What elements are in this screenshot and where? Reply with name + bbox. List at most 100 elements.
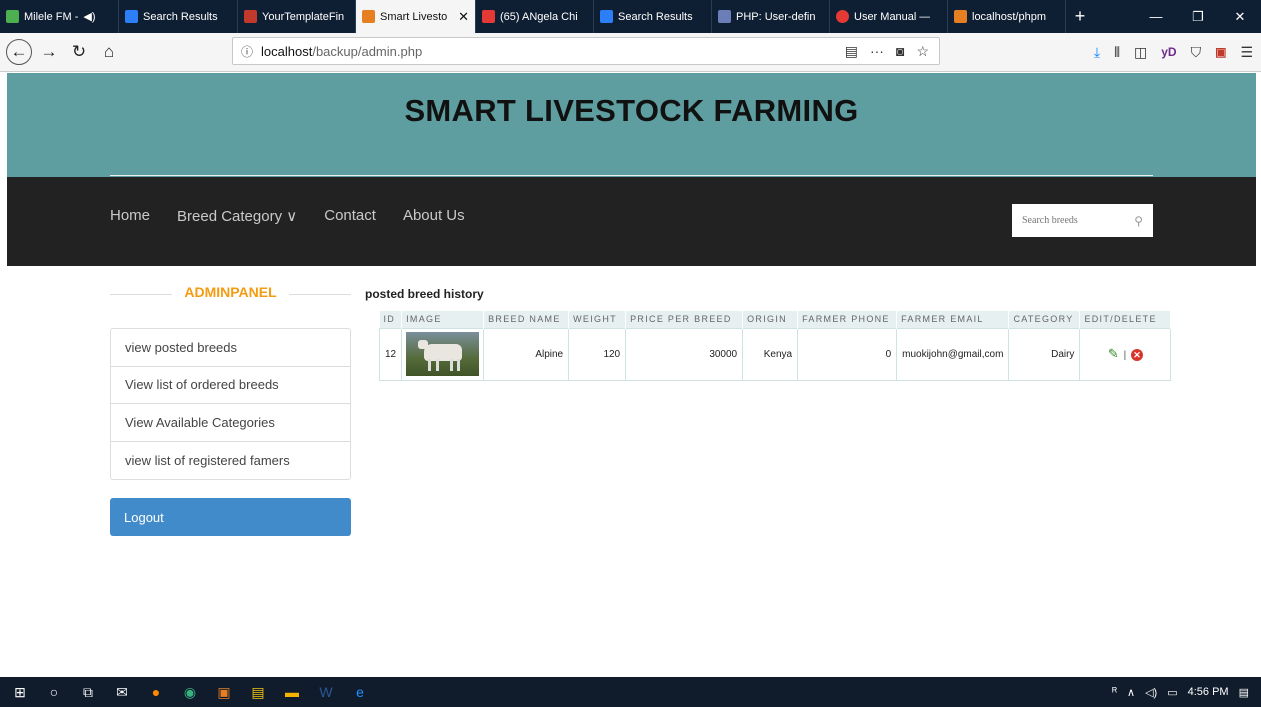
cell-price: 30000 — [625, 327, 744, 381]
mail-icon[interactable]: ✉ — [108, 677, 136, 707]
nav-contact[interactable]: Contact — [324, 207, 376, 225]
cell-id: 12 — [378, 327, 403, 381]
col-breed-name: BREED NAME — [483, 311, 570, 328]
volume-icon[interactable]: ◁) — [1145, 686, 1157, 699]
clock-time[interactable]: 4:56 PM — [1188, 686, 1229, 698]
word-icon[interactable]: W — [312, 677, 340, 707]
col-origin: ORIGIN — [742, 311, 799, 328]
menu-view-registered-farmers[interactable]: view list of registered famers — [111, 442, 350, 480]
shield-icon[interactable]: ⛉ — [1191, 44, 1202, 61]
delete-icon[interactable]: ✕ — [1130, 349, 1143, 361]
windows-start-icon[interactable]: ⊞ — [6, 677, 34, 707]
admin-panel-title: ADMINPANEL — [184, 284, 277, 300]
extension-icon[interactable]: ▣ — [1215, 45, 1226, 59]
goat-thumbnail[interactable] — [406, 332, 480, 376]
info-icon[interactable]: ⓘ — [241, 43, 253, 60]
nav-breed-category[interactable]: Breed Category ∨ — [177, 207, 297, 225]
cell-weight: 120 — [568, 327, 627, 381]
reload-icon[interactable]: ↻ — [64, 37, 94, 67]
site-nav: Home Breed Category ∨ Contact About Us ⚲ — [7, 177, 1256, 266]
sidebar-icon[interactable]: ◫ — [1134, 44, 1147, 61]
reader-view-icon[interactable]: ▤ — [845, 43, 858, 60]
xampp-icon[interactable]: ▣ — [210, 677, 238, 707]
address-bar[interactable]: ⓘ localhost/backup/admin.php ▤ ··· ◙ ☆ — [232, 37, 940, 65]
goat-leg-shape — [428, 359, 432, 371]
tab-milele-fm[interactable]: Milele FM - ◀) — [0, 0, 119, 33]
chrome-icon[interactable]: ◉ — [176, 677, 204, 707]
cortana-search-icon[interactable]: ○ — [40, 677, 68, 707]
tab-favicon-icon — [125, 10, 138, 23]
tab-favicon-icon — [718, 10, 731, 23]
forward-arrow-icon[interactable]: → — [34, 37, 64, 67]
col-farmer-email: FARMER EMAIL — [896, 311, 1010, 328]
cell-breed-name: Alpine — [483, 327, 570, 381]
tab-youtube[interactable]: (65) ANgela Chi — [476, 0, 594, 33]
tab-smart-livestock[interactable]: Smart Livesto ✕ — [356, 0, 476, 33]
goat-leg-shape — [436, 359, 440, 371]
bookmark-star-icon[interactable]: ☆ — [916, 43, 929, 60]
close-window-icon[interactable]: ✕ — [1219, 0, 1261, 33]
action-separator: | — [1123, 350, 1127, 361]
download-icon[interactable]: ⤓ — [1094, 44, 1100, 61]
cell-category: Dairy — [1008, 327, 1081, 381]
yoast-icon[interactable]: yD — [1161, 45, 1176, 59]
tab-user-manual[interactable]: User Manual — — [830, 0, 948, 33]
search-icon[interactable]: ⚲ — [1134, 214, 1143, 228]
section-title: posted breed history — [365, 287, 484, 301]
goat-leg-shape — [450, 359, 454, 371]
col-id: ID — [379, 311, 403, 328]
cell-farmer-email: muokijohn@gmail,com — [896, 327, 1010, 381]
browser-tab-strip: Milele FM - ◀) Search Results YourTempla… — [0, 0, 1261, 33]
col-category: CATEGORY — [1008, 311, 1081, 328]
library-icon[interactable]: ⫴ — [1114, 44, 1120, 61]
close-tab-icon[interactable]: ✕ — [454, 9, 469, 25]
edit-icon[interactable]: ✎ — [1108, 346, 1119, 361]
firefox-icon[interactable]: ● — [142, 677, 170, 707]
page-actions-icon[interactable]: ··· — [870, 43, 884, 60]
nav-home[interactable]: Home — [110, 207, 150, 225]
menu-view-ordered-breeds[interactable]: View list of ordered breeds — [111, 367, 350, 404]
table-row: 12 Alpine 120 30000 Kenya 0 muokijohn@gm… — [378, 327, 1172, 381]
col-image: IMAGE — [401, 311, 485, 328]
window-controls: — ❐ ✕ — [1135, 0, 1261, 33]
pocket-icon[interactable]: ◙ — [896, 43, 904, 60]
search-input[interactable] — [1022, 215, 1122, 226]
home-icon[interactable]: ⌂ — [94, 37, 124, 67]
tab-favicon-icon — [954, 10, 967, 23]
network-icon[interactable]: ▭ — [1167, 686, 1177, 699]
page: SMART LIVESTOCK FARMING Home Breed Categ… — [0, 73, 1261, 677]
tab-yourtemplatefinder[interactable]: YourTemplateFin — [238, 0, 356, 33]
speaker-icon[interactable]: ◀) — [83, 10, 95, 23]
menu-view-categories[interactable]: View Available Categories — [111, 404, 350, 442]
edge-icon[interactable]: e — [346, 677, 374, 707]
tray-chevron-icon[interactable]: ∧ — [1127, 686, 1135, 699]
notepad-icon[interactable]: ▤ — [244, 677, 272, 707]
col-price: PRICE PER BREED — [625, 311, 744, 328]
new-tab-button[interactable]: + — [1066, 0, 1094, 33]
file-explorer-icon[interactable]: ▬ — [278, 677, 306, 707]
logout-button[interactable]: Logout — [110, 498, 351, 536]
goat-leg-shape — [457, 359, 461, 371]
admin-panel-heading: ADMINPANEL — [110, 284, 351, 304]
tab-php-manual[interactable]: PHP: User-defin — [712, 0, 830, 33]
task-view-icon[interactable]: ⧉ — [74, 677, 102, 707]
hamburger-menu-icon[interactable]: ☰ — [1240, 44, 1253, 61]
back-arrow-icon[interactable]: ← — [6, 39, 32, 65]
menu-view-posted-breeds[interactable]: view posted breeds — [111, 329, 350, 367]
restore-icon[interactable]: ❐ — [1177, 0, 1219, 33]
nav-about[interactable]: About Us — [403, 207, 465, 225]
tab-search-results[interactable]: Search Results — [119, 0, 238, 33]
tab-phpmyadmin[interactable]: localhost/phpm — [948, 0, 1066, 33]
notifications-icon[interactable]: ▤ — [1239, 686, 1249, 699]
url-path: /backup/admin.php — [312, 43, 423, 59]
table-header-row: ID IMAGE BREED NAME WEIGHT PRICE PER BRE… — [379, 311, 1172, 328]
cell-image — [401, 327, 485, 381]
cell-origin: Kenya — [742, 327, 799, 381]
col-edit-delete: EDIT/DELETE — [1079, 311, 1172, 328]
minimize-icon[interactable]: — — [1135, 0, 1177, 33]
browser-toolbar: ← → ↻ ⌂ ⓘ localhost/backup/admin.php ▤ ·… — [0, 33, 1261, 72]
tab-search-results-2[interactable]: Search Results — [594, 0, 712, 33]
people-icon[interactable]: ᴿ — [1112, 686, 1117, 698]
tab-favicon-icon — [836, 10, 849, 23]
system-tray: ᴿ ∧ ◁) ▭ 4:56 PM ▤ — [1112, 686, 1261, 699]
